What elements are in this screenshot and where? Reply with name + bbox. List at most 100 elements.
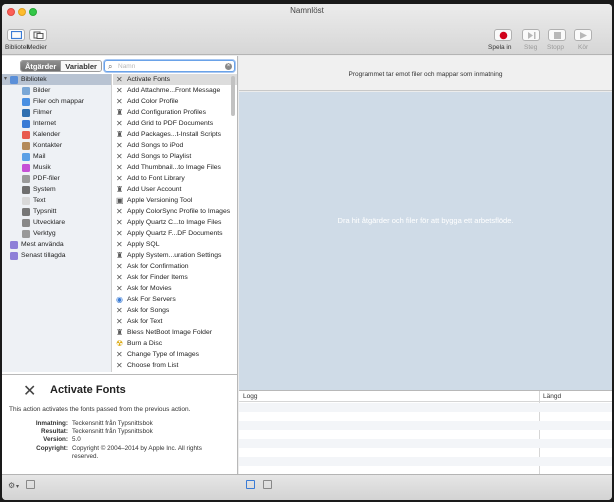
action-item[interactable]: ✕ Activate Fonts xyxy=(113,74,237,85)
x-tools-icon: ✕ xyxy=(116,262,123,271)
action-item[interactable]: ✕ Change Type of Images xyxy=(113,349,237,360)
x-tools-icon: ✕ xyxy=(116,284,123,293)
action-item[interactable]: ✕ Add Songs to iPod xyxy=(113,140,237,151)
action-item[interactable]: ♜ Apply System...uration Settings xyxy=(113,250,237,261)
action-item[interactable]: ✕ Add Thumbnail...to Image Files xyxy=(113,162,237,173)
developer-icon xyxy=(22,219,30,227)
media-button[interactable] xyxy=(29,29,47,41)
log-view-icon[interactable] xyxy=(246,480,255,489)
sidebar-item-label: Filmer xyxy=(33,109,52,116)
log-row xyxy=(239,403,612,412)
x-tools-icon: ✕ xyxy=(116,163,123,172)
robot-icon: ♜ xyxy=(116,185,124,194)
search-icon: ⌕ xyxy=(108,62,113,71)
music-icon xyxy=(22,164,30,172)
x-tools-icon: ✕ xyxy=(116,207,123,216)
tab-actions[interactable]: Åtgärder xyxy=(21,61,61,71)
log-header: Logg Längd xyxy=(239,391,612,475)
sidebar-item-label: Mail xyxy=(33,153,46,160)
sidebar-item-6[interactable]: Kontakter xyxy=(2,140,111,151)
action-item-label: Ask for Movies xyxy=(127,285,172,292)
step-icon xyxy=(528,32,536,39)
sidebar-item-8[interactable]: Musik xyxy=(2,162,111,173)
action-item[interactable]: ✕ Apply ColorSync Profile to Images xyxy=(113,206,237,217)
action-item[interactable]: ✕ Apply Quartz F...DF Documents xyxy=(113,228,237,239)
action-item[interactable]: ✕ Add to Font Library xyxy=(113,173,237,184)
contacts-icon xyxy=(22,142,30,150)
clear-search-icon[interactable]: × xyxy=(225,63,232,70)
sidebar-item-14[interactable]: Verktyg xyxy=(2,228,111,239)
sidebar-item-16[interactable]: Senast tillagda xyxy=(2,250,111,261)
action-item[interactable]: ✕ Apply SQL xyxy=(113,239,237,250)
length-column-header[interactable]: Längd xyxy=(543,393,561,400)
media-icon xyxy=(33,31,44,39)
action-item-label: Add Grid to PDF Documents xyxy=(127,120,214,127)
action-item[interactable]: ✕ Ask for Songs xyxy=(113,305,237,316)
sidebar-item-4[interactable]: Internet xyxy=(2,118,111,129)
calendar-icon xyxy=(22,131,30,139)
action-item[interactable]: ✕ Ask for Text xyxy=(113,316,237,327)
action-item[interactable]: ♜ Add User Account xyxy=(113,184,237,195)
action-item-label: Add Packages...t-Install Scripts xyxy=(127,131,222,138)
chevron-down-icon[interactable]: ▾ xyxy=(16,483,19,490)
action-item-label: Apple Versioning Tool xyxy=(127,197,193,204)
library-toggle-button[interactable] xyxy=(7,29,25,41)
sidebar-item-11[interactable]: Text xyxy=(2,195,111,206)
sidebar-item-12[interactable]: Typsnitt xyxy=(2,206,111,217)
tab-variables[interactable]: Variabler xyxy=(60,61,101,71)
action-item[interactable]: ✕ Add Attachme...Front Message xyxy=(113,85,237,96)
sidebar-item-3[interactable]: Filmer xyxy=(2,107,111,118)
action-item-label: Add Attachme...Front Message xyxy=(127,87,221,94)
action-item[interactable]: ♜ Add Configuration Profiles xyxy=(113,107,237,118)
record-button[interactable] xyxy=(494,29,512,41)
variable-view-icon[interactable] xyxy=(263,480,272,489)
automator-window: Namnlöst Bibliotek Medier Spela in Steg … xyxy=(2,4,612,500)
action-item[interactable]: ◉ Ask For Servers xyxy=(113,294,237,305)
sidebar-item-2[interactable]: Filer och mappar xyxy=(2,96,111,107)
action-item[interactable]: ▣ Apple Versioning Tool xyxy=(113,195,237,206)
action-item-label: Add User Account xyxy=(127,186,182,193)
sidebar-item-9[interactable]: PDF-filer xyxy=(2,173,111,184)
sidebar-item-label: Bilder xyxy=(33,87,51,94)
action-list: ✕ Activate Fonts ✕ Add Attachme...Front Mes… xyxy=(113,74,237,372)
action-item[interactable]: ✕ Apply Quartz C...to Image Files xyxy=(113,217,237,228)
sidebar-item-label: Kalender xyxy=(33,131,61,138)
x-tools-icon: ✕ xyxy=(116,350,123,359)
movies-icon xyxy=(22,109,30,117)
action-item[interactable]: ✕ Ask for Movies xyxy=(113,283,237,294)
sidebar-item-0[interactable]: ▾ Bibliotek xyxy=(2,74,111,85)
action-list-scrollbar[interactable] xyxy=(231,76,235,116)
sidebar-item-7[interactable]: Mail xyxy=(2,151,111,162)
gear-icon[interactable]: ⚙ xyxy=(8,481,15,490)
stop-button[interactable] xyxy=(548,29,566,41)
workflow-canvas[interactable]: Dra hit åtgärder och filer för att bygga… xyxy=(239,92,612,390)
action-item[interactable]: ✕ Ask for Confirmation xyxy=(113,261,237,272)
disclosure-triangle-icon[interactable]: ▾ xyxy=(4,74,7,85)
x-tools-icon: ✕ xyxy=(116,361,123,370)
action-item[interactable]: ✕ Choose from List xyxy=(113,360,237,371)
text-icon xyxy=(22,197,30,205)
log-row xyxy=(239,439,612,448)
box-icon[interactable] xyxy=(26,480,35,489)
log-row xyxy=(239,421,612,430)
action-item[interactable]: ✕Combine PDF Pages xyxy=(113,371,237,372)
action-item[interactable]: ✕ Ask for Finder Items xyxy=(113,272,237,283)
step-button[interactable] xyxy=(522,29,540,41)
action-item[interactable]: ♜ Add Packages...t-Install Scripts xyxy=(113,129,237,140)
sidebar-item-label: Senast tillagda xyxy=(21,252,66,259)
action-item[interactable]: ✕ Add Color Profile xyxy=(113,96,237,107)
sidebar-item-1[interactable]: Bilder xyxy=(2,85,111,96)
search-field[interactable]: ⌕ Namn × xyxy=(104,60,235,72)
sidebar-item-5[interactable]: Kalender xyxy=(2,129,111,140)
action-item[interactable]: ✕ Add Songs to Playlist xyxy=(113,151,237,162)
sidebar-item-10[interactable]: System xyxy=(2,184,111,195)
sidebar-item-15[interactable]: Mest använda xyxy=(2,239,111,250)
action-item[interactable]: ☢ Burn a Disc xyxy=(113,338,237,349)
log-pane: Logg Längd xyxy=(239,390,612,475)
burn-icon: ☢ xyxy=(116,339,124,348)
run-button[interactable] xyxy=(574,29,592,41)
action-item[interactable]: ✕ Add Grid to PDF Documents xyxy=(113,118,237,129)
action-item[interactable]: ♜ Bless NetBoot Image Folder xyxy=(113,327,237,338)
sidebar-item-13[interactable]: Utvecklare xyxy=(2,217,111,228)
log-column-header[interactable]: Logg xyxy=(243,393,257,400)
